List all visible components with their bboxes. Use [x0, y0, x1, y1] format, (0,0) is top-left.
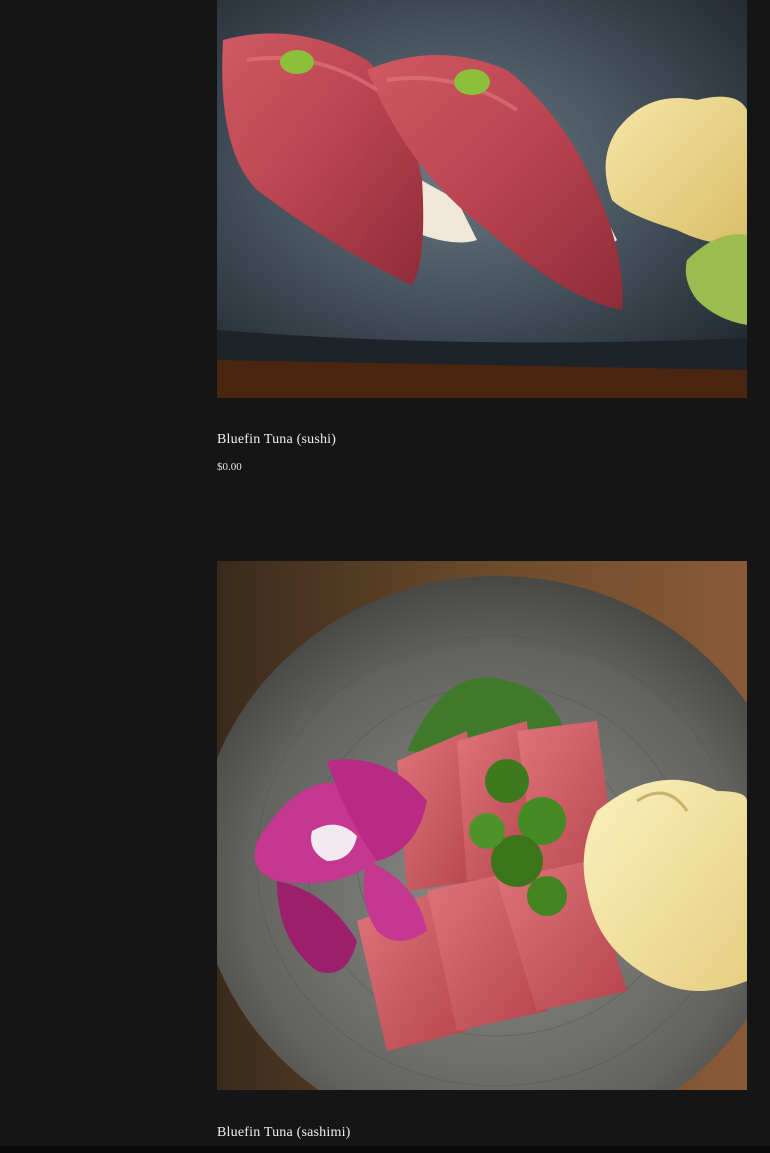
product-title[interactable]: Bluefin Tuna (sushi) [217, 432, 747, 448]
nigiri-photo-graphic [217, 0, 747, 398]
sashimi-photo-graphic [217, 561, 747, 1090]
product-card-bluefin-tuna-sushi[interactable]: Bluefin Tuna (sushi) $0.00 [217, 0, 747, 473]
product-image-bluefin-tuna-sashimi[interactable] [217, 561, 747, 1090]
bottom-edge-bar [0, 1146, 770, 1153]
product-card-bluefin-tuna-sashimi[interactable]: Bluefin Tuna (sashimi) [217, 561, 747, 1141]
product-image-bluefin-tuna-sushi[interactable] [217, 0, 747, 398]
product-price: $0.00 [217, 461, 242, 473]
product-title[interactable]: Bluefin Tuna (sashimi) [217, 1125, 747, 1141]
